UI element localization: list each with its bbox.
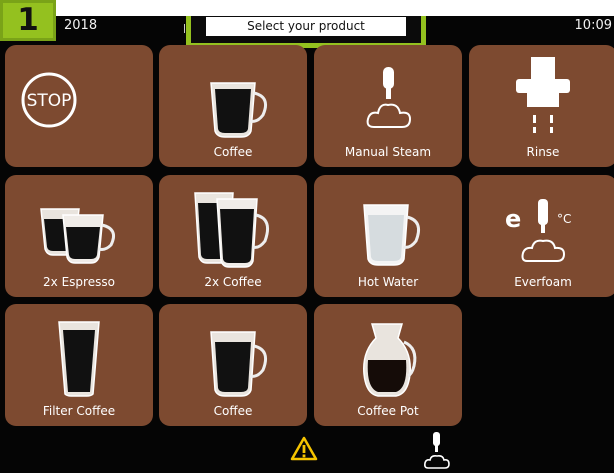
steam-wand-icon[interactable]: [422, 430, 452, 473]
product-rinse[interactable]: Rinse: [469, 45, 614, 167]
product-label: Coffee: [213, 145, 253, 159]
filter-coffee-icon: [5, 304, 153, 399]
product-label: Filter Coffee: [42, 404, 116, 418]
double-espresso-icon: [5, 175, 153, 270]
product-label: Coffee Pot: [357, 404, 419, 418]
step-number: 1: [17, 2, 39, 38]
product-coffee-2[interactable]: Coffee: [159, 304, 307, 426]
time-text: 10:09: [574, 18, 612, 33]
hot-water-icon: [314, 175, 462, 270]
product-label: Manual Steam: [344, 145, 432, 159]
stop-button[interactable]: STOP: [5, 45, 153, 167]
product-label: 2x Coffee: [204, 275, 262, 289]
product-filter-coffee[interactable]: Filter Coffee: [5, 304, 153, 426]
product-hot-water[interactable]: Hot Water: [314, 175, 462, 297]
everfoam-letter: e: [505, 205, 521, 233]
page-title: Select your product: [206, 17, 406, 36]
product-label: Hot Water: [357, 275, 419, 289]
step-number-badge: 1: [0, 0, 56, 41]
product-coffee[interactable]: Coffee: [159, 45, 307, 167]
product-label: Coffee: [213, 404, 253, 418]
date-text: 2018: [64, 18, 98, 33]
coffee-pot-icon: [314, 304, 462, 399]
product-label: Rinse: [526, 145, 560, 159]
product-everfoam[interactable]: e °C Everfoam: [469, 175, 614, 297]
coffee-cup-icon: [159, 45, 307, 140]
steam-wand-icon: [314, 45, 462, 140]
double-coffee-icon: [159, 175, 307, 270]
warning-icon[interactable]: [290, 436, 318, 466]
product-label: 2x Espresso: [43, 275, 115, 289]
product-2x-espresso[interactable]: 2x Espresso: [5, 175, 153, 297]
rinse-icon: [469, 45, 614, 140]
stop-icon: STOP: [5, 45, 153, 140]
coffee-cup-icon: [159, 304, 307, 399]
coffee-machine-screen: 2018 10:09 Select your product STOP Coff…: [0, 16, 614, 473]
product-label: Everfoam: [514, 275, 572, 289]
everfoam-icon: e °C: [469, 175, 614, 270]
product-coffee-pot[interactable]: Coffee Pot: [314, 304, 462, 426]
stop-label: STOP: [27, 91, 72, 111]
title-highlight: Select your product: [186, 16, 426, 48]
product-manual-steam[interactable]: Manual Steam: [314, 45, 462, 167]
product-2x-coffee[interactable]: 2x Coffee: [159, 175, 307, 297]
temperature-unit: °C: [557, 212, 571, 226]
